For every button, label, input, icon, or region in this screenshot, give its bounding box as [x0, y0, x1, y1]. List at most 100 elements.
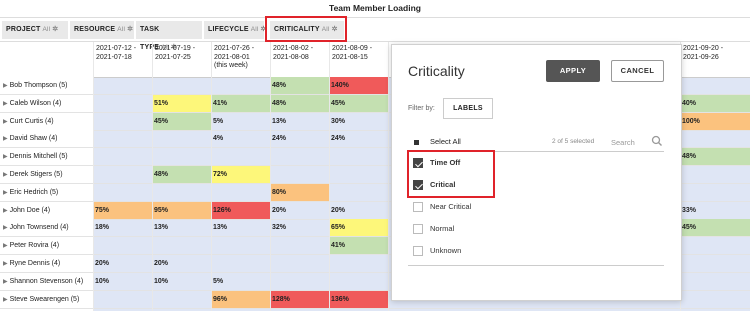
loading-cell[interactable]	[93, 77, 152, 94]
labels-button[interactable]: LABELS	[443, 98, 493, 119]
row-name[interactable]: ▶ Shannon Stevenson (4)	[0, 272, 93, 290]
loading-cell[interactable]: 140%	[329, 77, 388, 94]
search-icon[interactable]	[651, 134, 663, 148]
loading-cell[interactable]: 13%	[211, 219, 270, 236]
loading-cell[interactable]: 45%	[680, 219, 750, 237]
loading-cell[interactable]: 48%	[152, 166, 211, 183]
loading-cell[interactable]: 41%	[329, 237, 388, 255]
loading-cell[interactable]	[680, 184, 750, 201]
option-near-critical[interactable]: Near Critical	[408, 196, 664, 218]
loading-cell[interactable]: 13%	[152, 219, 211, 236]
loading-cell[interactable]: 65%	[329, 219, 388, 237]
row-name[interactable]: ▶ Ryne Dennis (4)	[0, 255, 93, 272]
loading-cell[interactable]	[680, 291, 750, 308]
cancel-button[interactable]: CANCEL	[611, 60, 664, 82]
loading-cell[interactable]: 24%	[270, 130, 329, 147]
expand-arrow-icon[interactable]: ▶	[3, 136, 8, 142]
expand-arrow-icon[interactable]: ▶	[3, 297, 8, 303]
loading-cell[interactable]: 126%	[211, 201, 270, 219]
select-all-partial-icon[interactable]	[414, 140, 419, 145]
loading-cell[interactable]: 13%	[270, 113, 329, 130]
row-name[interactable]: ▶ David Shaw (4)	[0, 130, 93, 148]
apply-button[interactable]: APPLY	[546, 60, 600, 82]
option-normal[interactable]: Normal	[408, 218, 664, 240]
filter-resource[interactable]: RESOURCE All ✲	[70, 21, 134, 39]
loading-cell[interactable]	[329, 148, 388, 165]
loading-cell[interactable]: 18%	[93, 219, 152, 236]
loading-cell[interactable]	[93, 184, 152, 201]
loading-cell[interactable]	[680, 273, 750, 290]
row-name[interactable]: ▶ John Townsend (4)	[0, 219, 93, 237]
filter-task-type[interactable]: TASK TYPE All ✲	[136, 21, 202, 51]
loading-cell[interactable]: 100%	[680, 112, 750, 130]
loading-cell[interactable]	[93, 166, 152, 183]
expand-arrow-icon[interactable]: ▶	[3, 172, 8, 178]
option-unknown[interactable]: Unknown	[408, 240, 664, 262]
row-name[interactable]: ▶ Steve Swearengen (5)	[0, 290, 93, 308]
loading-cell[interactable]	[93, 113, 152, 130]
loading-cell[interactable]	[680, 237, 750, 254]
loading-cell[interactable]	[93, 95, 152, 112]
loading-cell[interactable]	[680, 255, 750, 272]
expand-arrow-icon[interactable]: ▶	[3, 119, 8, 125]
loading-cell[interactable]	[270, 255, 329, 272]
loading-cell[interactable]	[270, 237, 329, 254]
loading-cell[interactable]	[211, 184, 270, 201]
loading-cell[interactable]: 5%	[211, 273, 270, 290]
loading-cell[interactable]	[329, 184, 388, 201]
loading-cell[interactable]	[329, 166, 388, 183]
loading-cell[interactable]	[152, 184, 211, 201]
row-name[interactable]: ▶ Eric Hedrich (5)	[0, 183, 93, 201]
loading-cell[interactable]: 48%	[680, 148, 750, 166]
expand-arrow-icon[interactable]: ▶	[3, 154, 8, 160]
loading-cell[interactable]	[211, 255, 270, 272]
loading-cell[interactable]: 136%	[329, 290, 388, 308]
row-name[interactable]: ▶ Derek Stigers (5)	[0, 166, 93, 183]
loading-cell[interactable]: 48%	[270, 77, 329, 94]
filter-lifecycle[interactable]: LIFECYCLE All ✲	[204, 21, 266, 39]
expand-arrow-icon[interactable]: ▶	[3, 279, 8, 285]
loading-cell[interactable]: 96%	[211, 290, 270, 308]
loading-cell[interactable]: 5%	[211, 113, 270, 130]
loading-cell[interactable]	[152, 130, 211, 147]
expand-arrow-icon[interactable]: ▶	[3, 225, 8, 231]
loading-cell[interactable]: 51%	[152, 94, 211, 112]
expand-arrow-icon[interactable]: ▶	[3, 208, 8, 214]
loading-cell[interactable]: 33%	[680, 202, 750, 219]
loading-cell[interactable]: 45%	[329, 94, 388, 112]
loading-cell[interactable]: 32%	[270, 219, 329, 236]
row-name[interactable]: ▶ Peter Rovira (4)	[0, 237, 93, 255]
loading-cell[interactable]: 30%	[329, 113, 388, 130]
loading-cell[interactable]: 45%	[152, 112, 211, 130]
loading-cell[interactable]	[93, 148, 152, 165]
checkbox[interactable]	[413, 202, 423, 212]
loading-cell[interactable]	[329, 273, 388, 290]
row-name[interactable]: ▶ John Doe (4)	[0, 201, 93, 219]
loading-cell[interactable]	[270, 273, 329, 290]
loading-cell[interactable]	[211, 237, 270, 254]
loading-cell[interactable]: 80%	[270, 183, 329, 201]
loading-cell[interactable]	[211, 77, 270, 94]
loading-cell[interactable]: 10%	[152, 273, 211, 290]
loading-cell[interactable]: 20%	[152, 255, 211, 272]
loading-cell[interactable]: 20%	[270, 202, 329, 219]
loading-cell[interactable]	[152, 77, 211, 94]
row-name[interactable]: ▶ Curt Curtis (4)	[0, 112, 93, 130]
loading-cell[interactable]	[329, 255, 388, 272]
loading-cell[interactable]: 10%	[93, 273, 152, 290]
loading-cell[interactable]	[93, 237, 152, 254]
loading-cell[interactable]: 48%	[270, 94, 329, 112]
row-name[interactable]: ▶ Bob Thompson (5)	[0, 77, 93, 94]
checkbox[interactable]	[413, 224, 423, 234]
loading-cell[interactable]	[680, 166, 750, 183]
expand-arrow-icon[interactable]: ▶	[3, 261, 8, 267]
loading-cell[interactable]	[680, 77, 750, 94]
loading-cell[interactable]: 24%	[329, 130, 388, 147]
loading-cell[interactable]	[680, 130, 750, 147]
loading-cell[interactable]: 41%	[211, 94, 270, 112]
loading-cell[interactable]: 4%	[211, 130, 270, 147]
expand-arrow-icon[interactable]: ▶	[3, 101, 8, 107]
expand-arrow-icon[interactable]: ▶	[3, 243, 8, 249]
loading-cell[interactable]: 95%	[152, 201, 211, 219]
loading-cell[interactable]	[152, 148, 211, 165]
